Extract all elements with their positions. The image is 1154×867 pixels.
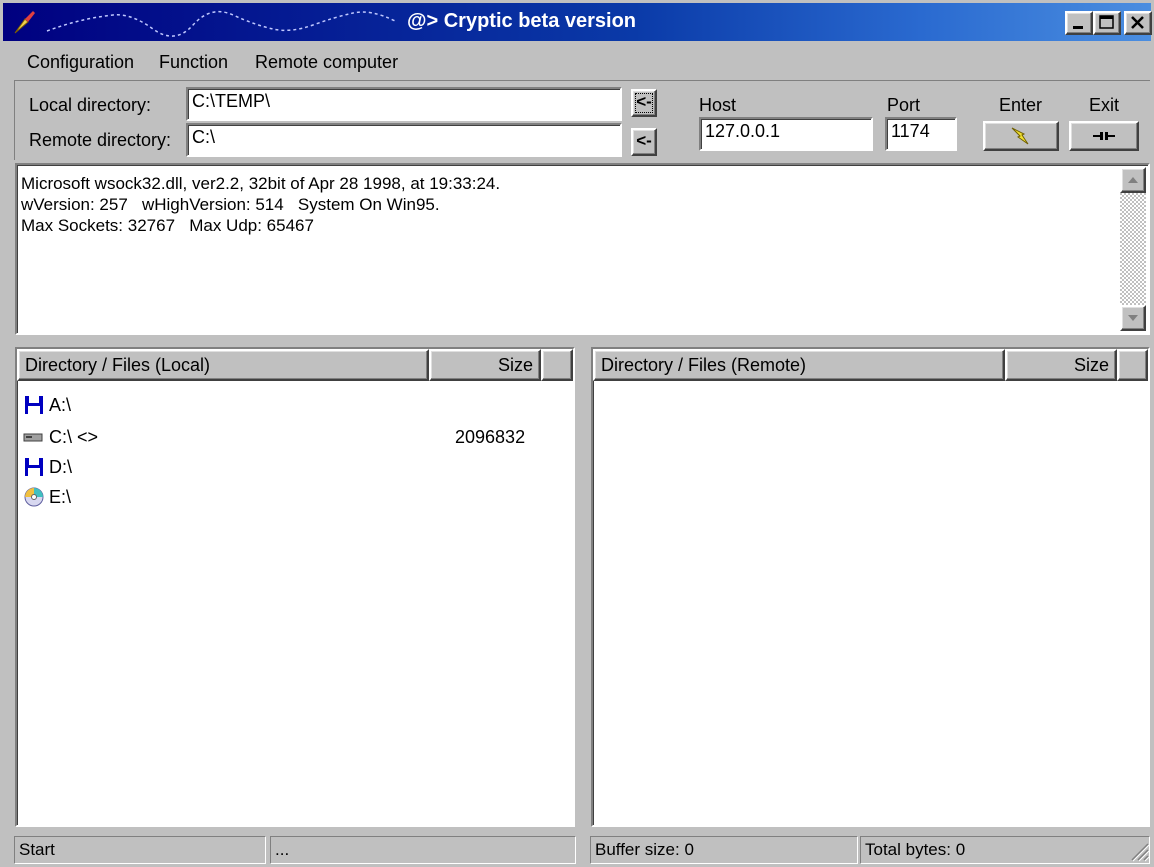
file-name: A:\: [49, 394, 72, 415]
list-item[interactable]: A:\: [23, 391, 71, 419]
exit-button[interactable]: [1069, 121, 1139, 151]
exit-label: Exit: [1089, 95, 1120, 115]
status-progress: ...: [270, 836, 576, 864]
remote-size-column-header[interactable]: Size: [1005, 349, 1117, 381]
local-files-list[interactable]: Directory / Files (Local) Size A:\ C:\ <…: [15, 347, 575, 827]
remote-directory-label: Remote directory:: [29, 130, 172, 150]
log-scrollbar[interactable]: [1120, 167, 1146, 331]
copy-to-remote-button[interactable]: <-: [631, 128, 657, 156]
connection-panel: Local directory: C:\TEMP\ <- Remote dire…: [14, 80, 1150, 160]
file-name: C:\ <>: [49, 426, 99, 447]
enter-label: Enter: [999, 95, 1043, 115]
local-directory-field[interactable]: C:\TEMP\: [186, 87, 622, 121]
host-label: Host: [699, 95, 737, 115]
title-decoration: [46, 10, 396, 37]
maximize-button[interactable]: [1093, 11, 1121, 35]
title-bar[interactable]: @> Cryptic beta version: [3, 3, 1152, 41]
local-extra-column-header[interactable]: [541, 349, 573, 381]
list-item[interactable]: C:\ <> 2096832: [23, 423, 543, 451]
app-icon: [14, 11, 35, 34]
remote-files-list[interactable]: Directory / Files (Remote) Size: [591, 347, 1150, 827]
hard-drive-icon: [23, 433, 43, 442]
log-line: wVersion: 257 wHighVersion: 514 System O…: [21, 195, 440, 214]
file-size: 2096832: [455, 426, 526, 447]
host-field[interactable]: 127.0.0.1: [699, 117, 873, 151]
file-name: E:\: [49, 486, 72, 507]
window-title: @> Cryptic beta version: [407, 10, 637, 32]
status-buffer-size: Buffer size: 0: [590, 836, 858, 864]
resize-grip-icon[interactable]: [1128, 840, 1150, 862]
menu-configuration[interactable]: Configuration: [27, 52, 134, 73]
list-item[interactable]: D:\: [23, 453, 72, 481]
disconnect-icon: [1093, 132, 1115, 140]
cd-rom-icon: [24, 487, 44, 507]
remote-extra-column-header[interactable]: [1117, 349, 1148, 381]
minimize-button[interactable]: [1065, 11, 1093, 35]
floppy-icon: [25, 458, 43, 476]
port-field[interactable]: 1174: [885, 117, 957, 151]
minimize-icon: [1073, 26, 1083, 29]
close-button[interactable]: [1124, 11, 1152, 35]
local-size-column-header[interactable]: Size: [429, 349, 541, 381]
local-directory-label: Local directory:: [29, 95, 152, 115]
local-name-column-header[interactable]: Directory / Files (Local): [17, 349, 429, 381]
copy-to-local-button[interactable]: <-: [631, 89, 657, 117]
arrow-down-icon: [1128, 315, 1138, 321]
scroll-down-button[interactable]: [1120, 305, 1146, 331]
port-label: Port: [887, 95, 921, 115]
log-line: Microsoft wsock32.dll, ver2.2, 32bit of …: [21, 174, 501, 193]
remote-directory-field[interactable]: C:\: [186, 123, 622, 157]
arrow-up-icon: [1128, 177, 1138, 183]
lightning-icon: [1011, 127, 1029, 145]
log-text: Microsoft wsock32.dll, ver2.2, 32bit of …: [21, 173, 500, 236]
file-name: D:\: [49, 456, 73, 477]
status-total-bytes: Total bytes: 0: [860, 836, 1150, 864]
menu-remote-computer[interactable]: Remote computer: [255, 52, 398, 73]
status-start: Start: [14, 836, 266, 864]
remote-name-column-header[interactable]: Directory / Files (Remote): [593, 349, 1005, 381]
maximize-icon: [1099, 15, 1114, 29]
menu-function[interactable]: Function: [159, 52, 228, 73]
log-output[interactable]: Microsoft wsock32.dll, ver2.2, 32bit of …: [15, 163, 1150, 335]
close-icon: [1131, 16, 1144, 29]
log-line: Max Sockets: 32767 Max Udp: 65467: [21, 216, 314, 235]
list-item[interactable]: E:\: [23, 483, 71, 511]
scroll-up-button[interactable]: [1120, 167, 1146, 193]
enter-button[interactable]: [983, 121, 1059, 151]
floppy-icon: [25, 396, 43, 414]
